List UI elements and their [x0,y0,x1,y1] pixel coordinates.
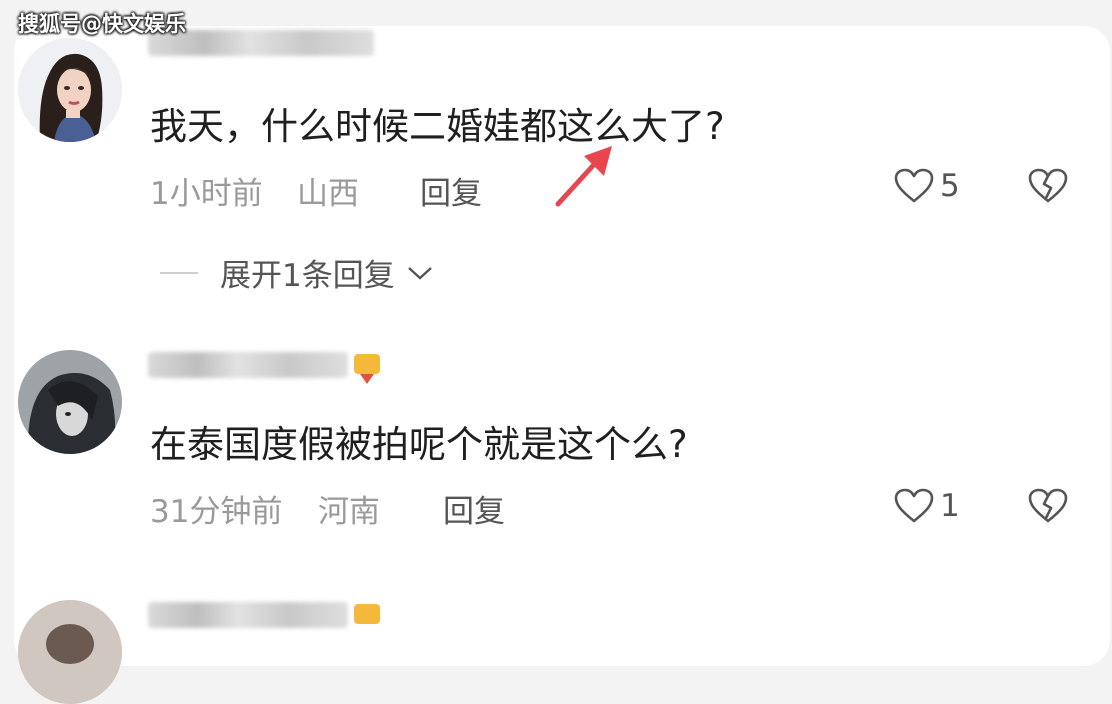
dislike-button[interactable] [1028,168,1068,208]
comment-text: 我天，什么时候二婚娃都这么大了? [150,105,725,148]
username-blurred[interactable] [148,602,348,628]
comment-avatar[interactable] [18,38,122,142]
expand-replies-button[interactable]: 展开1条回复 [160,250,435,295]
comment-location: 河南 [318,494,380,530]
chevron-down-icon [407,266,432,280]
user-avatar-icon [18,350,122,454]
reply-button[interactable]: 回复 [420,168,482,213]
user-avatar-icon [18,38,122,142]
like-button[interactable]: 1 [894,488,960,524]
broken-heart-icon [1028,168,1068,203]
arrow-pointer-icon [555,146,612,207]
comment-location: 山西 [297,176,359,212]
comment-avatar[interactable] [18,600,122,704]
comment-time: 31分钟前 [150,494,283,530]
comment-avatar[interactable] [18,350,122,454]
dislike-button[interactable] [1028,488,1068,528]
like-count: 5 [940,168,960,204]
watermark-text: 搜狐号@快文娱乐 [18,12,186,36]
badge-icon [354,604,380,624]
comment-text: 在泰国度假被拍呢个就是这个么? [150,423,688,466]
broken-heart-icon [1028,488,1068,523]
username-blurred[interactable] [148,352,348,378]
expand-replies-label: 展开1条回复 [220,258,395,294]
heart-icon [894,488,934,523]
like-count: 1 [940,488,960,524]
divider-line [160,271,198,274]
badge-icon [354,354,380,384]
comment-time: 1小时前 [150,176,263,212]
reply-button[interactable]: 回复 [443,486,505,531]
user-avatar-icon [18,600,122,704]
heart-icon [894,168,934,203]
like-button[interactable]: 5 [894,168,960,204]
